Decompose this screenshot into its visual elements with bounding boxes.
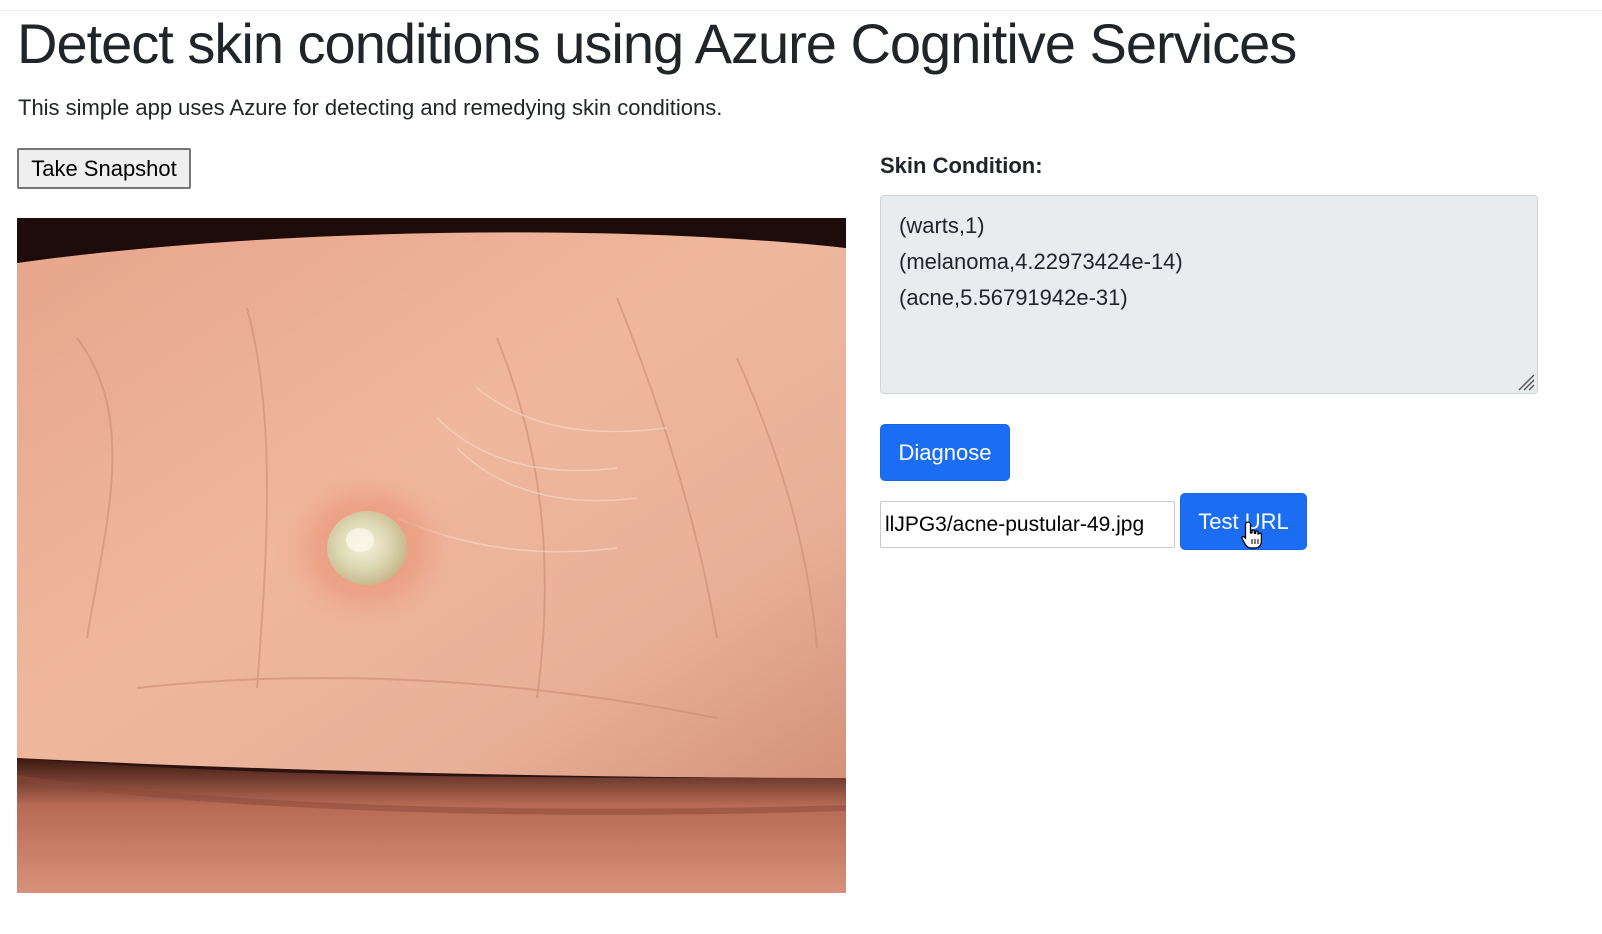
image-url-input[interactable]: [880, 501, 1175, 548]
result-line: (melanoma,4.22973424e-14): [899, 249, 1183, 274]
resize-grip-icon[interactable]: [1515, 371, 1535, 391]
test-url-button[interactable]: Test URL: [1180, 493, 1307, 550]
skin-photo: [17, 218, 846, 893]
diagnose-button[interactable]: Diagnose: [880, 424, 1010, 481]
page: Detect skin conditions using Azure Cogni…: [0, 0, 1602, 934]
skin-condition-label: Skin Condition:: [880, 153, 1043, 178]
result-line: (warts,1): [899, 213, 985, 238]
take-snapshot-button[interactable]: Take Snapshot: [17, 148, 191, 189]
skin-photo-image: [17, 218, 846, 893]
skin-condition-results[interactable]: (warts,1) (melanoma,4.22973424e-14) (acn…: [880, 195, 1538, 394]
result-line: (acne,5.56791942e-31): [899, 285, 1128, 310]
page-subtitle: This simple app uses Azure for detecting…: [18, 95, 723, 120]
page-title: Detect skin conditions using Azure Cogni…: [17, 12, 1297, 75]
